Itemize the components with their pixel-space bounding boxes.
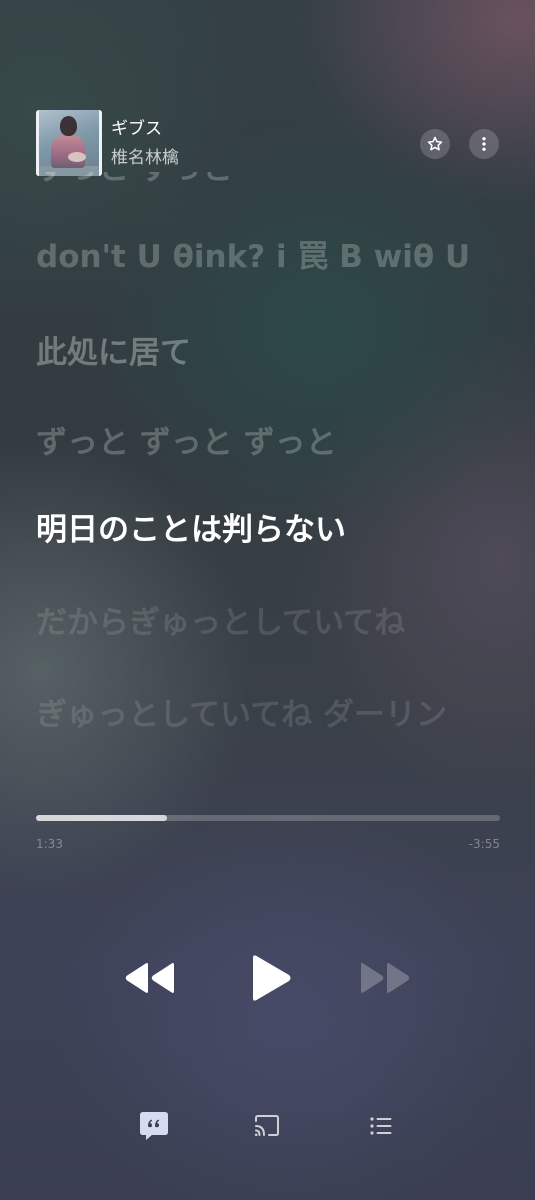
lyric-line[interactable]: 此処に居て (36, 330, 191, 376)
lyric-line-current[interactable]: 明日のことは判らない (36, 507, 346, 553)
song-artist[interactable]: 椎名林檎 (111, 147, 179, 169)
play-button[interactable] (240, 950, 300, 1006)
rewind-icon (125, 963, 174, 993)
lyric-line-text: ずっと ずっと (36, 172, 233, 192)
now-playing-screen: ギブス 椎名林檎 ずっと ずっと don't U θink? i 罠 B wiθ… (0, 0, 535, 1200)
album-art-frame (36, 110, 102, 176)
lyric-line-partial[interactable]: ずっと ずっと (36, 172, 233, 192)
cast-button[interactable] (247, 1106, 287, 1146)
album-art[interactable] (36, 110, 102, 176)
queue-button[interactable] (361, 1106, 401, 1146)
play-icon (253, 955, 291, 1001)
lyrics-quote-icon (140, 1112, 168, 1140)
lyric-line[interactable]: don't U θink? i 罠 B wiθ U (36, 234, 470, 280)
transport-controls (0, 950, 535, 1006)
now-playing-header: ギブス 椎名林檎 (36, 110, 500, 176)
progress-bar[interactable] (36, 815, 500, 821)
rewind-button[interactable] (120, 950, 180, 1006)
content: ギブス 椎名林檎 ずっと ずっと don't U θink? i 罠 B wiθ… (0, 0, 535, 1200)
fast-forward-button[interactable] (355, 950, 415, 1006)
queue-list-icon (370, 1117, 392, 1135)
more-vertical-icon (482, 137, 486, 151)
remaining-time: -3:55 (468, 837, 500, 851)
cast-icon (254, 1115, 279, 1137)
star-outline-icon (427, 136, 443, 151)
lyrics-button[interactable] (134, 1106, 174, 1146)
favorite-button[interactable] (420, 129, 450, 159)
elapsed-time: 1:33 (36, 837, 63, 851)
fast-forward-icon (361, 963, 410, 993)
lyric-line[interactable]: だからぎゅっとしていてね (36, 600, 405, 646)
lyric-line[interactable]: ぎゅっとしていてね ダーリン (36, 692, 476, 770)
lyric-line[interactable]: ずっと ずっと ずっと (36, 420, 337, 466)
song-title[interactable]: ギブス (111, 118, 162, 140)
more-button[interactable] (469, 129, 499, 159)
progress-fill (36, 815, 168, 821)
